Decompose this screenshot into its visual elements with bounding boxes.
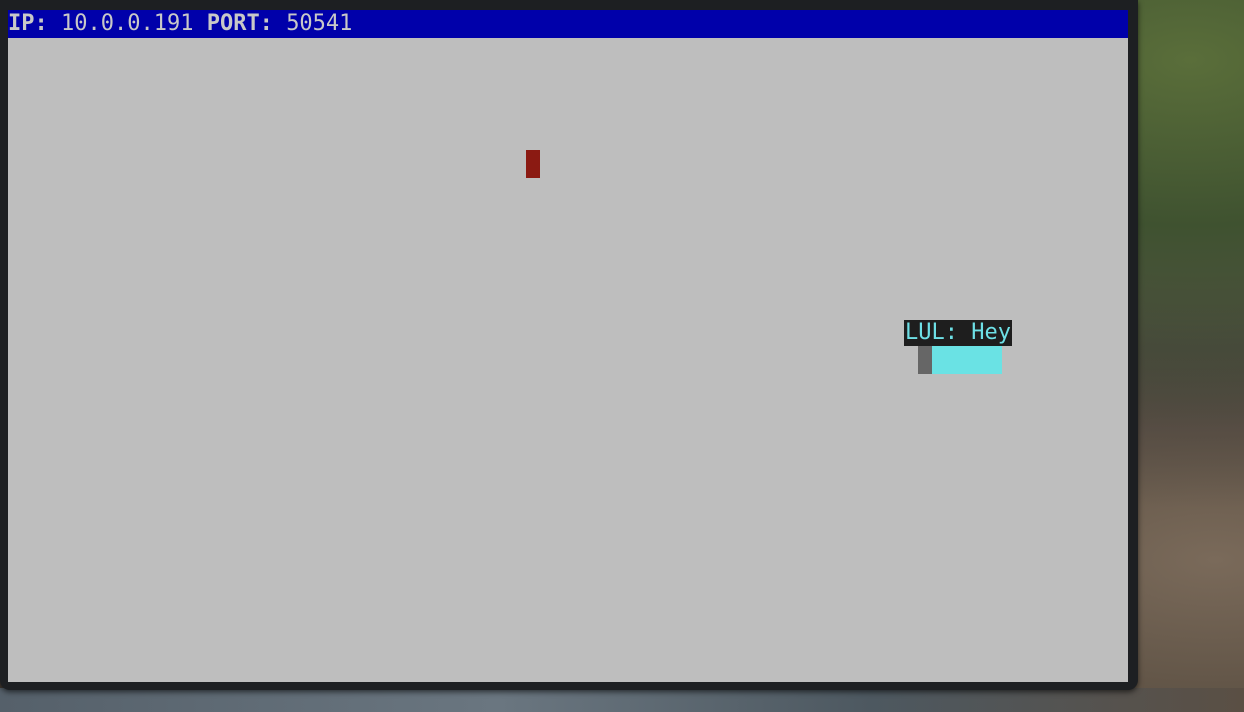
terminal-window[interactable]: IP: 10.0.0.191 PORT: 50541 LUL: Hey bbox=[0, 0, 1138, 690]
status-bar: IP: 10.0.0.191 PORT: 50541 bbox=[8, 10, 1128, 38]
cyan-player-block bbox=[918, 346, 1002, 374]
port-label: PORT: bbox=[206, 11, 273, 36]
ip-label: IP: bbox=[8, 11, 48, 36]
red-player-block bbox=[526, 150, 540, 178]
desktop-wallpaper-bottom bbox=[0, 688, 1244, 712]
port-value: 50541 bbox=[286, 11, 353, 36]
chat-message: LUL: Hey bbox=[904, 320, 1012, 346]
ip-value: 10.0.0.191 bbox=[61, 11, 194, 36]
terminal-screen[interactable]: IP: 10.0.0.191 PORT: 50541 LUL: Hey bbox=[8, 10, 1128, 682]
cursor-block bbox=[918, 346, 932, 374]
